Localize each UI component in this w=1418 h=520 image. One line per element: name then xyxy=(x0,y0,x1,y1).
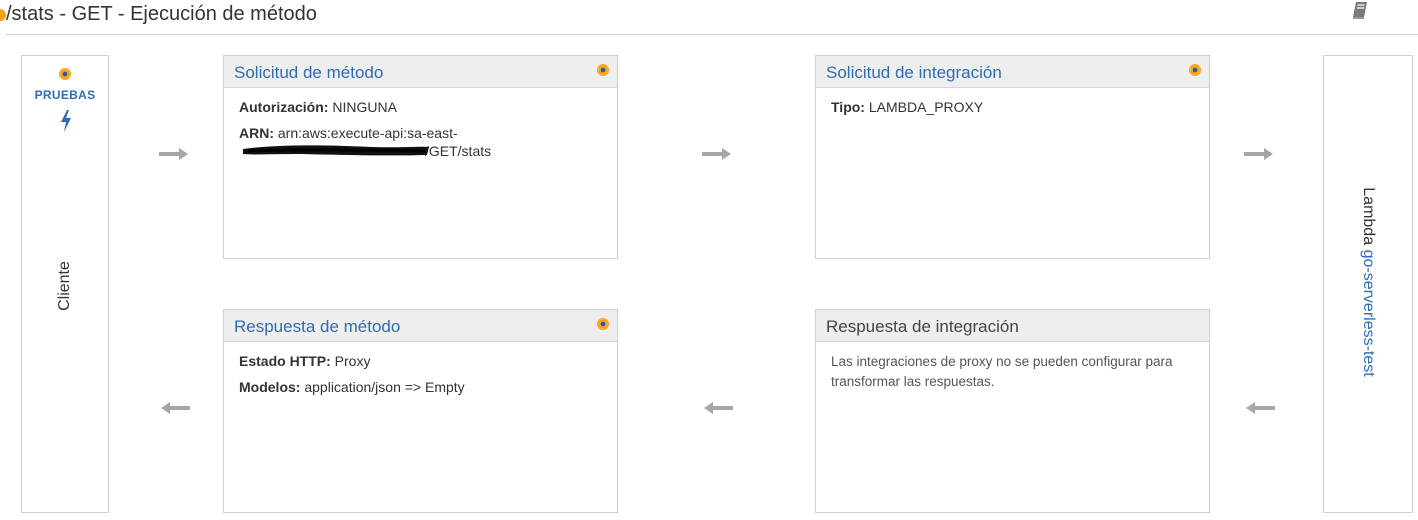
auth-row: Autorización: NINGUNA xyxy=(239,98,602,116)
type-value: LAMBDA_PROXY xyxy=(868,99,984,115)
method-response-title[interactable]: Respuesta de método xyxy=(234,317,400,337)
http-status-row: Estado HTTP: Proxy xyxy=(239,352,602,370)
integration-response-note: Las integraciones de proxy no se pueden … xyxy=(831,354,1173,389)
models-row: Modelos: application/json => Empty xyxy=(239,378,602,396)
integration-request-panel: Solicitud de integración Tipo: LAMBDA_PR… xyxy=(815,55,1210,259)
status-dot-icon xyxy=(597,64,609,76)
title-divider xyxy=(6,34,1418,35)
auth-label: Autorización: xyxy=(239,99,329,115)
http-status-value: Proxy xyxy=(334,353,371,369)
status-dot-icon xyxy=(597,318,609,330)
method-response-header: Respuesta de método xyxy=(224,310,617,342)
status-dot-icon xyxy=(59,68,71,80)
arrow-right-icon xyxy=(702,147,732,161)
page-title: /stats - GET - Ejecución de método xyxy=(6,3,317,25)
models-value: application/json => Empty xyxy=(304,379,465,395)
auth-value: NINGUNA xyxy=(332,99,397,115)
integration-request-header: Solicitud de integración xyxy=(816,56,1209,88)
integration-response-title: Respuesta de integración xyxy=(826,317,1019,336)
arrow-right-icon xyxy=(1244,147,1274,161)
lambda-function-link[interactable]: go-serverless-test xyxy=(1360,250,1377,377)
redaction-mark xyxy=(241,141,431,161)
test-link[interactable]: PRUEBAS xyxy=(22,88,108,102)
client-label: Cliente xyxy=(56,261,73,311)
type-label: Tipo: xyxy=(831,99,865,115)
arn-value-line1: arn:aws:execute-api:sa-east- xyxy=(277,125,458,141)
arrow-left-icon xyxy=(160,401,190,415)
client-box: PRUEBAS Cliente xyxy=(21,55,109,513)
type-row: Tipo: LAMBDA_PROXY xyxy=(831,98,1194,116)
integration-response-panel: Respuesta de integración Las integracion… xyxy=(815,309,1210,513)
method-response-panel: Respuesta de método Estado HTTP: Proxy M… xyxy=(223,309,618,513)
lambda-box: Lambda go-serverless-test xyxy=(1323,55,1413,513)
integration-response-header: Respuesta de integración xyxy=(816,310,1209,342)
lambda-label: Lambda go-serverless-test xyxy=(1359,187,1377,376)
integration-request-title[interactable]: Solicitud de integración xyxy=(826,63,1002,83)
models-label: Modelos: xyxy=(239,379,301,395)
arn-label: ARN: xyxy=(239,125,274,141)
arrow-right-icon xyxy=(159,147,189,161)
arn-value-line2: /GET/stats xyxy=(425,143,492,159)
book-icon[interactable] xyxy=(1349,0,1371,20)
arrow-left-icon xyxy=(703,401,733,415)
method-request-header: Solicitud de método xyxy=(224,56,617,88)
arrow-left-icon xyxy=(1245,401,1275,415)
status-dot-icon xyxy=(1189,64,1201,76)
http-status-label: Estado HTTP: xyxy=(239,353,331,369)
lambda-prefix: Lambda xyxy=(1360,187,1377,246)
lightning-bolt-icon[interactable] xyxy=(60,110,72,132)
method-request-title[interactable]: Solicitud de método xyxy=(234,63,383,83)
